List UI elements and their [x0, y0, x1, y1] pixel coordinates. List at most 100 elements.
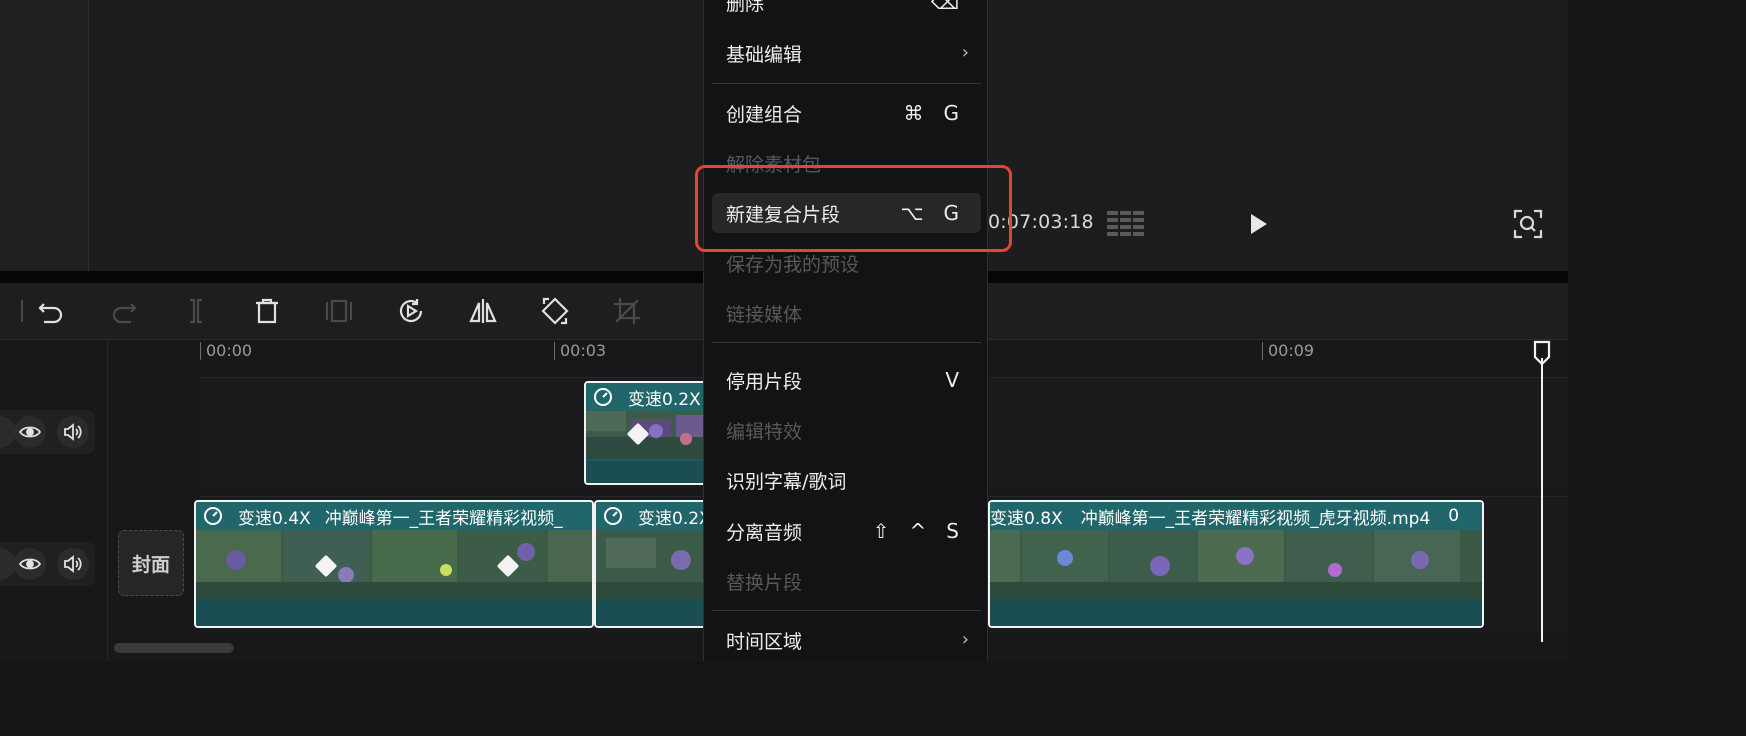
play-button[interactable] — [1244, 210, 1272, 238]
clip-waveform — [196, 600, 592, 626]
clip-thumbnails — [596, 530, 712, 602]
menu-item-replace-clip: 替换片段 — [712, 561, 981, 601]
shortcut-key: G — [943, 201, 960, 225]
playhead[interactable] — [1541, 358, 1543, 642]
menu-item-new-compound-clip[interactable]: 新建复合片段 ⌥ G — [712, 193, 981, 233]
clip-speed-label: 变速0.8X — [990, 508, 1063, 529]
reverse-play-icon — [399, 299, 423, 323]
redo-icon — [112, 303, 137, 324]
eye-icon — [18, 558, 42, 570]
upper-track-visibility-button[interactable] — [14, 416, 46, 448]
main-track-visibility-button[interactable] — [14, 548, 46, 580]
menu-item-separate-audio[interactable]: 分离音频 ⇧ ^ S — [712, 511, 981, 551]
undo-button[interactable] — [35, 295, 67, 327]
menu-shortcut: ⌥ G — [900, 193, 959, 233]
grid-ratio-icon[interactable] — [1106, 209, 1146, 239]
menu-item-link-media: 链接媒体 — [712, 293, 981, 333]
command-key-icon: ⌘ — [903, 101, 924, 125]
menu-item-label: 链接媒体 — [726, 303, 803, 326]
menu-item-ungroup-material: 解除素材包 — [712, 143, 981, 183]
main-track-mute-button[interactable] — [57, 548, 89, 580]
clip-speed-label: 变速0.4X — [238, 508, 311, 529]
main-clip-2[interactable]: 变速0.2X — [594, 500, 714, 628]
menu-shortcut: ⌘ G — [904, 93, 960, 133]
ruler-mark: 00:09 — [1262, 342, 1314, 360]
menu-item-delete[interactable]: 删除 ⌫ — [712, 0, 981, 22]
upper-clip[interactable]: 变速0.2X — [584, 381, 714, 485]
menu-shortcut: ⌫ — [931, 0, 959, 22]
playhead-handle[interactable] — [1533, 340, 1551, 366]
clip-thumbnails — [990, 530, 1482, 602]
clip-waveform — [990, 600, 1482, 626]
menu-item-label: 识别字幕/歌词 — [726, 470, 847, 493]
toolbar-separator — [0, 295, 23, 327]
delete-button[interactable] — [251, 295, 283, 327]
clip-speed-label: 变速0.2X — [628, 389, 701, 410]
menu-item-label: 保存为我的预设 — [726, 253, 860, 276]
track-headers — [0, 340, 108, 661]
rotate-icon — [541, 297, 569, 325]
clip-speed-label: 变速0.2X — [638, 508, 711, 529]
fullscreen-button[interactable] — [1512, 208, 1544, 240]
freeze-frame-icon — [325, 299, 353, 323]
mirror-icon — [469, 299, 497, 323]
mirror-button[interactable] — [467, 295, 499, 327]
menu-item-label: 创建组合 — [726, 103, 803, 126]
menu-item-label: 时间区域 — [726, 630, 803, 653]
menu-item-create-group[interactable]: 创建组合 ⌘ G — [712, 93, 981, 133]
rotate-button[interactable] — [539, 295, 571, 327]
chevron-right-icon: › — [961, 42, 969, 63]
delete-icon — [256, 298, 278, 324]
shift-key-icon: ⇧ — [872, 519, 890, 543]
clip-header: 变速0.8X 冲巅峰第一_王者荣耀精彩视频_虎牙视频.mp4 0 — [990, 502, 1482, 530]
menu-separator — [712, 610, 981, 611]
shortcut-key: V — [945, 368, 959, 392]
main-clip-3[interactable]: 变速0.8X 冲巅峰第一_王者荣耀精彩视频_虎牙视频.mp4 0 — [988, 500, 1484, 628]
cover-button[interactable]: 封面 — [118, 530, 184, 596]
crop-icon — [614, 298, 640, 324]
context-menu: 删除 ⌫ 基础编辑 › 创建组合 ⌘ G 解除素材包 新建复合片段 ⌥ G 保存… — [703, 0, 988, 661]
clip-header: 变速0.2X — [596, 502, 712, 530]
clip-thumbnails — [586, 411, 712, 459]
menu-item-edit-effects: 编辑特效 — [712, 410, 981, 450]
main-track-controls — [0, 542, 95, 586]
upper-track-mute-button[interactable] — [57, 416, 89, 448]
redo-button[interactable] — [108, 295, 140, 327]
option-key-icon: ⌥ — [900, 201, 924, 225]
clip-waveform — [596, 600, 712, 626]
menu-item-label: 删除 — [726, 0, 765, 15]
split-button[interactable] — [180, 295, 212, 327]
menu-item-label: 新建复合片段 — [726, 203, 841, 226]
speed-icon — [594, 388, 612, 406]
reverse-play-button[interactable] — [395, 295, 427, 327]
freeze-frame-button[interactable] — [323, 295, 355, 327]
horizontal-scrollbar[interactable] — [114, 643, 234, 653]
shortcut-key: S — [946, 519, 959, 543]
main-clip-1[interactable]: 变速0.4X 冲巅峰第一_王者荣耀精彩视频_ — [194, 500, 594, 628]
ruler-mark: 00:00 — [200, 342, 252, 360]
menu-item-time-region[interactable]: 时间区域 › — [712, 620, 981, 660]
menu-item-disable-clip[interactable]: 停用片段 V — [712, 360, 981, 400]
clip-file-name: 冲巅峰第一_王者荣耀精彩视频_虎牙视频.mp4 — [1080, 508, 1431, 529]
menu-item-label: 解除素材包 — [726, 153, 822, 176]
menu-item-label: 分离音频 — [726, 521, 803, 544]
menu-item-save-preset: 保存为我的预设 — [712, 243, 981, 283]
clip-waveform — [586, 461, 712, 483]
clip-file-name: 冲巅峰第一_王者荣耀精彩视频_ — [324, 508, 563, 529]
clip-header: 变速0.4X 冲巅峰第一_王者荣耀精彩视频_ — [196, 502, 592, 530]
menu-item-label: 停用片段 — [726, 370, 803, 393]
menu-shortcut: ⇧ ^ S — [873, 511, 959, 551]
fullscreen-icon — [1513, 209, 1543, 239]
control-key-icon: ^ — [909, 519, 927, 543]
speaker-icon — [64, 423, 82, 441]
menu-item-basic-edit[interactable]: 基础编辑 › — [712, 33, 981, 73]
menu-item-label: 基础编辑 — [726, 43, 803, 66]
crop-button[interactable] — [611, 295, 643, 327]
shortcut-key: G — [943, 101, 960, 125]
menu-item-recognize-subtitles[interactable]: 识别字幕/歌词 — [712, 460, 981, 500]
speed-icon — [204, 507, 222, 525]
ruler-mark: 00:03 — [554, 342, 606, 360]
chevron-right-icon: › — [961, 629, 969, 650]
clip-thumbnails — [196, 530, 592, 602]
menu-item-label: 替换片段 — [726, 571, 803, 594]
